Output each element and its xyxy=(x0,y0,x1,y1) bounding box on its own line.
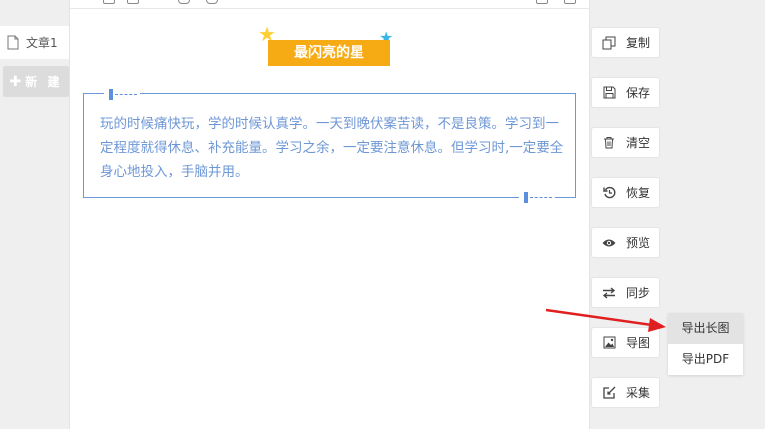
export-image-label: 导图 xyxy=(626,336,651,350)
export-pdf-item[interactable]: 导出PDF xyxy=(668,344,743,375)
editor-toolbar xyxy=(70,0,589,9)
save-label: 保存 xyxy=(626,86,651,100)
quote-box[interactable]: 玩的时候痛快玩，学的时候认真学。一天到晚伏案苦读，不是良策。学习到一定程度就得休… xyxy=(83,88,576,203)
copy-button[interactable]: 复制 xyxy=(591,27,660,58)
sync-label: 同步 xyxy=(626,286,651,300)
copy-icon xyxy=(592,36,626,50)
document-icon xyxy=(7,35,19,50)
image-icon xyxy=(592,336,626,349)
save-button[interactable]: 保存 xyxy=(591,77,660,108)
article-title: 最闪亮的星 xyxy=(268,40,390,66)
restore-icon xyxy=(592,186,626,199)
sync-icon xyxy=(592,286,626,299)
sync-button[interactable]: 同步 xyxy=(591,277,660,308)
toolbar-icon[interactable] xyxy=(103,0,115,4)
collect-label: 采集 xyxy=(626,386,651,400)
trash-icon xyxy=(592,136,626,149)
preview-label: 预览 xyxy=(626,236,651,250)
document-tab-label: 文章1 xyxy=(26,36,58,50)
preview-button[interactable]: 预览 xyxy=(591,227,660,258)
article-paragraph: 玩的时候痛快玩，学的时候认真学。一天到晚伏案苦读，不是良策。学习到一定程度就得休… xyxy=(100,116,564,180)
toolbar-icon[interactable] xyxy=(206,0,218,4)
restore-button[interactable]: 恢复 xyxy=(591,177,660,208)
export-dropdown: 导出长图 导出PDF xyxy=(668,313,743,375)
plus-icon: ✚ xyxy=(9,73,22,90)
clear-label: 清空 xyxy=(626,136,651,150)
export-long-image-item[interactable]: 导出长图 xyxy=(668,313,743,344)
editor-panel[interactable]: ★ ★ 最闪亮的星 玩的时候痛快玩，学的时候认真学。一天到晚伏案苦读，不是良策。… xyxy=(69,0,590,429)
toolbar-icon[interactable] xyxy=(536,0,548,4)
copy-label: 复制 xyxy=(626,36,651,50)
new-document-button[interactable]: ✚ 新 建 xyxy=(3,66,69,97)
quote-corner-top xyxy=(104,88,140,100)
save-icon xyxy=(592,86,626,99)
toolbar-icon[interactable] xyxy=(127,0,139,4)
new-button-label: 新 建 xyxy=(25,75,63,89)
quote-corner-bottom xyxy=(519,191,555,203)
toolbar-icon[interactable] xyxy=(178,0,190,4)
toolbar-icon[interactable] xyxy=(564,0,576,4)
document-tab[interactable]: 文章1 xyxy=(0,26,69,59)
restore-label: 恢复 xyxy=(626,186,651,200)
eye-icon xyxy=(592,238,626,248)
clear-button[interactable]: 清空 xyxy=(591,127,660,158)
export-image-button[interactable]: 导图 xyxy=(591,327,660,358)
title-block: ★ ★ 最闪亮的星 xyxy=(258,22,398,67)
collect-icon xyxy=(592,386,626,399)
collect-button[interactable]: 采集 xyxy=(591,377,660,408)
